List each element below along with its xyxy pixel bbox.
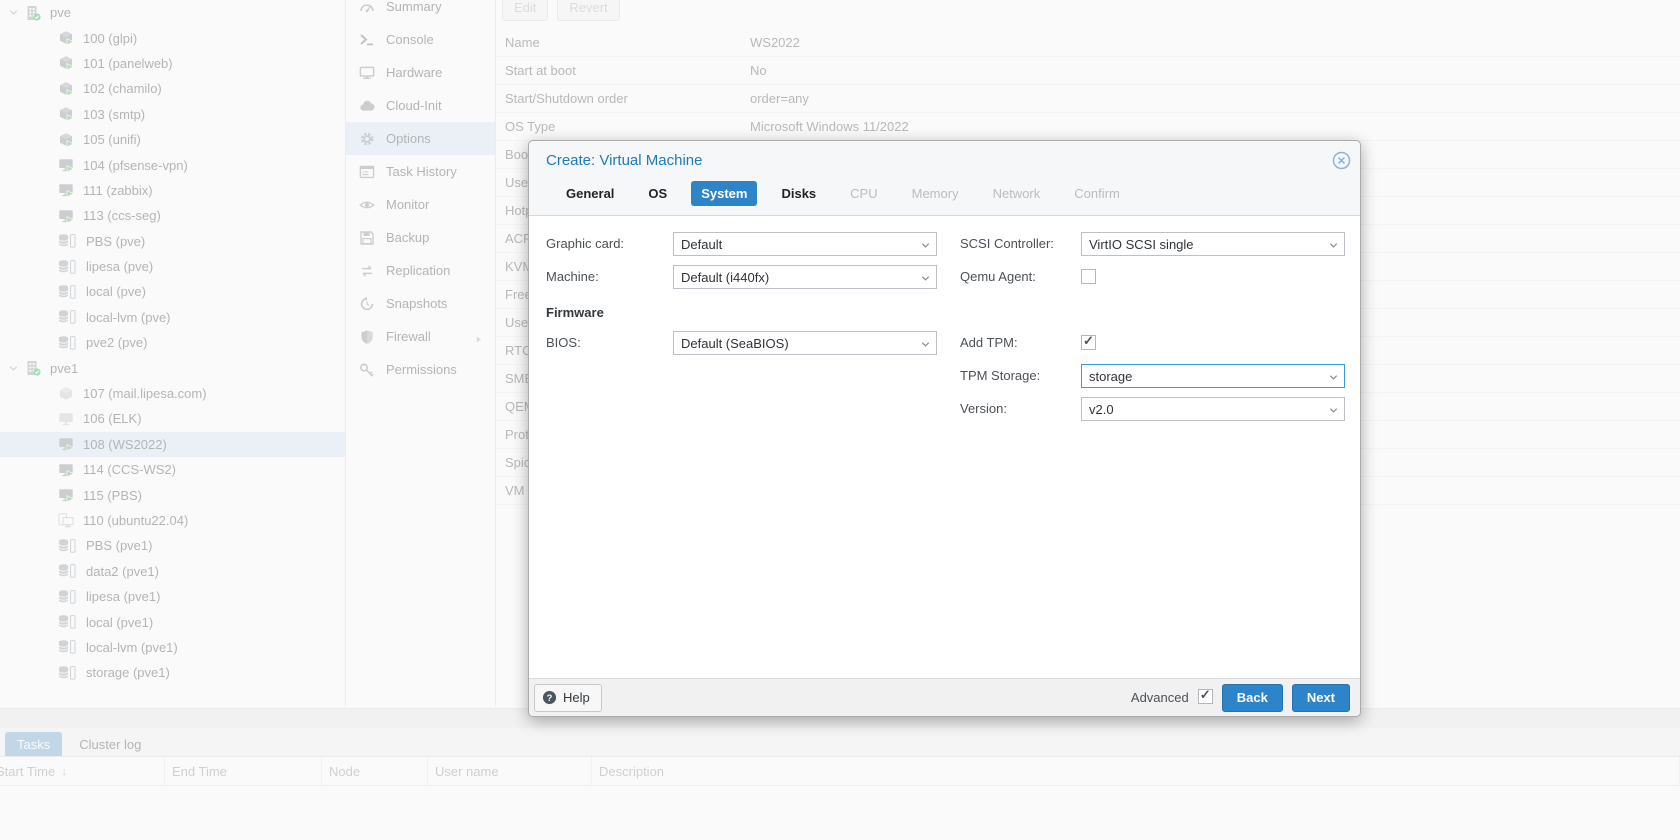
next-button[interactable]: Next [1291, 683, 1350, 712]
chevron-down-icon[interactable] [920, 272, 931, 287]
tpm-storage-combo[interactable]: storage [1081, 364, 1345, 388]
tpm-storage-label: TPM Storage: [960, 368, 1041, 383]
svg-text:?: ? [547, 693, 553, 703]
bios-label: BIOS: [546, 335, 581, 350]
bios-combo[interactable]: Default (SeaBIOS) [673, 331, 937, 355]
graphic-card-combo[interactable]: Default [673, 232, 937, 256]
qemu-agent-checkbox[interactable] [1081, 269, 1096, 287]
dialog-body: Graphic card: Default Machine: Default (… [529, 216, 1360, 678]
scsi-controller-combo[interactable]: VirtIO SCSI single [1081, 232, 1345, 256]
tab-general[interactable]: General [556, 181, 624, 206]
chevron-down-icon[interactable] [920, 338, 931, 353]
bios-value: Default (SeaBIOS) [681, 335, 789, 351]
tab-cpu[interactable]: CPU [840, 181, 887, 206]
add-tpm-checkbox[interactable] [1081, 333, 1096, 353]
machine-label: Machine: [546, 269, 599, 284]
dialog-tabs: General OS System Disks CPU Memory Network Conf… [556, 181, 1130, 206]
create-vm-dialog: Create: Virtual Machine General OS System D… [528, 140, 1361, 717]
help-button[interactable]: ? Help [534, 683, 602, 712]
machine-combo[interactable]: Default (i440fx) [673, 265, 937, 289]
dialog-header: Create: Virtual Machine General OS System D… [529, 141, 1360, 216]
chevron-down-icon[interactable] [1328, 404, 1339, 419]
tab-os[interactable]: OS [638, 181, 677, 206]
chevron-down-icon[interactable] [920, 239, 931, 254]
tab-disks[interactable]: Disks [771, 181, 826, 206]
chevron-down-icon[interactable] [1328, 239, 1339, 254]
version-label: Version: [960, 401, 1007, 416]
question-icon: ? [542, 690, 557, 705]
help-button-label: Help [563, 690, 590, 705]
machine-value: Default (i440fx) [681, 269, 770, 285]
proxmox-app: pve100 (glpi)101 (panelweb)102 (chamilo)… [0, 0, 1680, 840]
tab-system[interactable]: System [691, 181, 758, 206]
dialog-title: Create: Virtual Machine [546, 152, 703, 169]
graphic-card-label: Graphic card: [546, 236, 625, 251]
back-button[interactable]: Back [1221, 683, 1283, 712]
graphic-card-value: Default [681, 236, 723, 252]
advanced-label: Advanced [1130, 690, 1189, 705]
advanced-checkbox[interactable] [1197, 687, 1213, 707]
version-combo[interactable]: v2.0 [1081, 397, 1345, 421]
tpm-storage-value: storage [1089, 368, 1133, 384]
tab-memory[interactable]: Memory [902, 181, 969, 206]
close-icon[interactable] [1332, 151, 1351, 170]
version-value: v2.0 [1089, 401, 1114, 417]
qemu-agent-label: Qemu Agent: [960, 269, 1036, 284]
dialog-footer: ? Help Advanced Back Next [529, 678, 1360, 716]
scsi-controller-label: SCSI Controller: [960, 236, 1054, 251]
add-tpm-label: Add TPM: [960, 335, 1018, 350]
tab-network[interactable]: Network [983, 181, 1051, 206]
chevron-down-icon[interactable] [1328, 371, 1339, 386]
tab-confirm[interactable]: Confirm [1064, 181, 1130, 206]
firmware-section-heading: Firmware [546, 305, 604, 320]
scsi-controller-value: VirtIO SCSI single [1089, 236, 1194, 252]
